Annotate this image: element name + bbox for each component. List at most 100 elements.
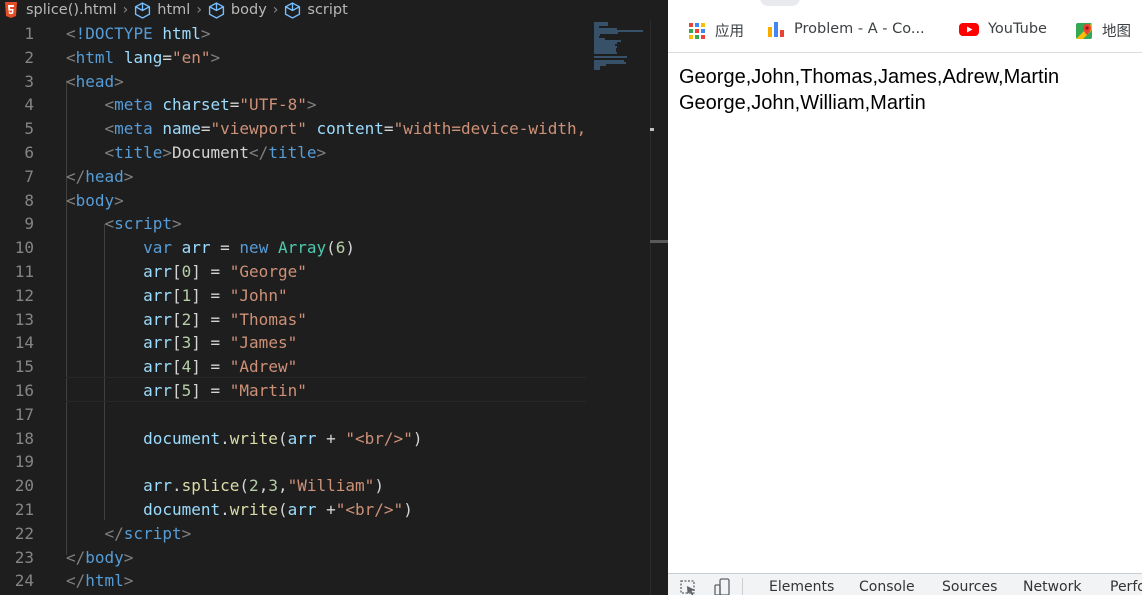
chevron-right-icon: › (196, 2, 202, 18)
code-token: content (316, 119, 384, 139)
code-token: ] = (191, 357, 230, 377)
code-token: ] = (191, 333, 230, 353)
code-line[interactable]: 16 arr[5] = "Martin" (0, 379, 668, 403)
scrollbar-thumb[interactable] (650, 240, 668, 243)
code-line[interactable]: 18 document.write(arr + "<br/>") (0, 427, 668, 451)
code-line[interactable]: 23 </body> (0, 546, 668, 570)
code-token: > (200, 24, 211, 43)
code-line[interactable]: 19 (0, 450, 668, 474)
maps-icon (1076, 22, 1092, 39)
code-line[interactable]: 7 </head> (0, 165, 668, 189)
code-line[interactable]: 9 <script> (0, 212, 668, 236)
code-editor[interactable]: splice().html › html › body › script 1 <!… (0, 0, 668, 595)
line-number: 5 (24, 119, 34, 139)
code-token: html (162, 24, 201, 43)
code-line[interactable]: 22 </script> (0, 522, 668, 546)
tab-network[interactable]: Network (1023, 579, 1081, 595)
line-number: 2 (24, 47, 34, 67)
code-line[interactable]: 5 <meta name="viewport" content="width=d… (0, 117, 668, 141)
bookmark-apps[interactable]: 应用 (688, 20, 744, 41)
code-line[interactable]: 8 <body> (0, 189, 668, 213)
line-number: 15 (14, 357, 34, 377)
code-line[interactable]: 3 <head> (0, 70, 668, 94)
code-token: charset (162, 95, 230, 115)
inspect-element-icon[interactable] (680, 580, 698, 595)
code-text: arr[3] = "James" (66, 331, 297, 355)
code-line[interactable]: 6 <title>Document</title> (0, 141, 668, 165)
line-number: 3 (24, 71, 34, 91)
code-text: arr[2] = "Thomas" (66, 308, 307, 332)
code-line[interactable]: 12 arr[1] = "John" (0, 284, 668, 308)
code-token: !DOCTYPE (75, 24, 153, 43)
minimap[interactable] (586, 20, 650, 595)
code-token: title (268, 143, 317, 162)
code-token: write (229, 428, 278, 448)
minimap-line (594, 68, 601, 70)
scrollbar-marker (650, 128, 654, 131)
code-token: . (171, 476, 182, 496)
code-line[interactable]: 13 arr[2] = "Thomas" (0, 308, 668, 332)
bookmark-label: 地图 (1102, 24, 1131, 40)
bookmark-problem[interactable]: Problem - A - Co... (767, 20, 925, 38)
code-line[interactable]: 11 arr[0] = "George" (0, 260, 668, 284)
toolbar-divider (742, 578, 743, 595)
code-token: "width=device-width, (393, 119, 587, 139)
line-number: 23 (14, 547, 34, 567)
code-line[interactable]: 21 document.write(arr +"<br/>") (0, 498, 668, 522)
code-text: document.write(arr +"<br/>") (66, 498, 413, 522)
tab-sources[interactable]: Sources (942, 579, 997, 595)
editor-scrollbar[interactable] (650, 20, 668, 595)
tab-performance[interactable]: Perfo (1110, 579, 1142, 595)
breadcrumb-file[interactable]: splice().html (0, 2, 117, 18)
code-token: script (123, 523, 182, 543)
code-token: [ (171, 381, 182, 400)
code-line[interactable]: 14 arr[3] = "James" (0, 331, 668, 355)
tab-elements[interactable]: Elements (769, 579, 834, 595)
code-token: ( (326, 238, 336, 258)
code-line[interactable]: 24 </html> (0, 569, 668, 593)
chevron-right-icon: › (122, 2, 129, 18)
line-number: 14 (14, 333, 34, 353)
tab-console[interactable]: Console (859, 579, 915, 595)
code-line[interactable]: 17 (0, 403, 668, 427)
code-line[interactable]: 1 <!DOCTYPE html> (0, 22, 668, 46)
breadcrumb-item-body[interactable]: body (208, 1, 267, 19)
code-token: Array (277, 238, 327, 258)
code-token: </ (104, 523, 124, 543)
line-number: 9 (24, 214, 34, 234)
code-token: var (143, 238, 172, 258)
code-line[interactable]: 15 arr[4] = "Adrew" (0, 355, 668, 379)
code-text: </body> (66, 546, 133, 570)
code-token: document (143, 428, 221, 448)
code-token: meta (114, 119, 153, 139)
code-line[interactable]: 10 var arr = new Array(6) (0, 236, 668, 260)
code-token: html (85, 571, 124, 591)
breadcrumb-item-script[interactable]: script (284, 1, 348, 19)
bar-chart-icon (768, 22, 784, 37)
code-token: lang (123, 47, 163, 67)
code-line[interactable]: 20 arr.splice(2,3,"William") (0, 474, 668, 498)
device-toolbar-icon[interactable] (714, 578, 730, 595)
code-token: 1 (181, 285, 192, 305)
code-token: head (75, 71, 115, 91)
code-token: = (200, 119, 211, 139)
code-token: < (104, 119, 115, 139)
code-token: new (239, 238, 269, 258)
code-line[interactable]: 4 <meta charset="UTF-8"> (0, 93, 668, 117)
bookmark-youtube[interactable]: YouTube (959, 20, 1047, 38)
code-token: < (66, 71, 76, 91)
line-number: 21 (14, 500, 34, 519)
code-line[interactable]: 2 <html lang="en"> (0, 46, 668, 70)
breadcrumb-item-html[interactable]: html (134, 1, 190, 19)
code-token: > (181, 523, 192, 543)
code-token: body (75, 190, 115, 210)
code-token: , (258, 476, 269, 496)
bookmark-maps[interactable]: 地图 (1075, 20, 1131, 41)
code-token: > (210, 47, 221, 67)
code-text: arr[5] = "Martin" (66, 379, 307, 403)
line-number: 12 (14, 285, 34, 305)
